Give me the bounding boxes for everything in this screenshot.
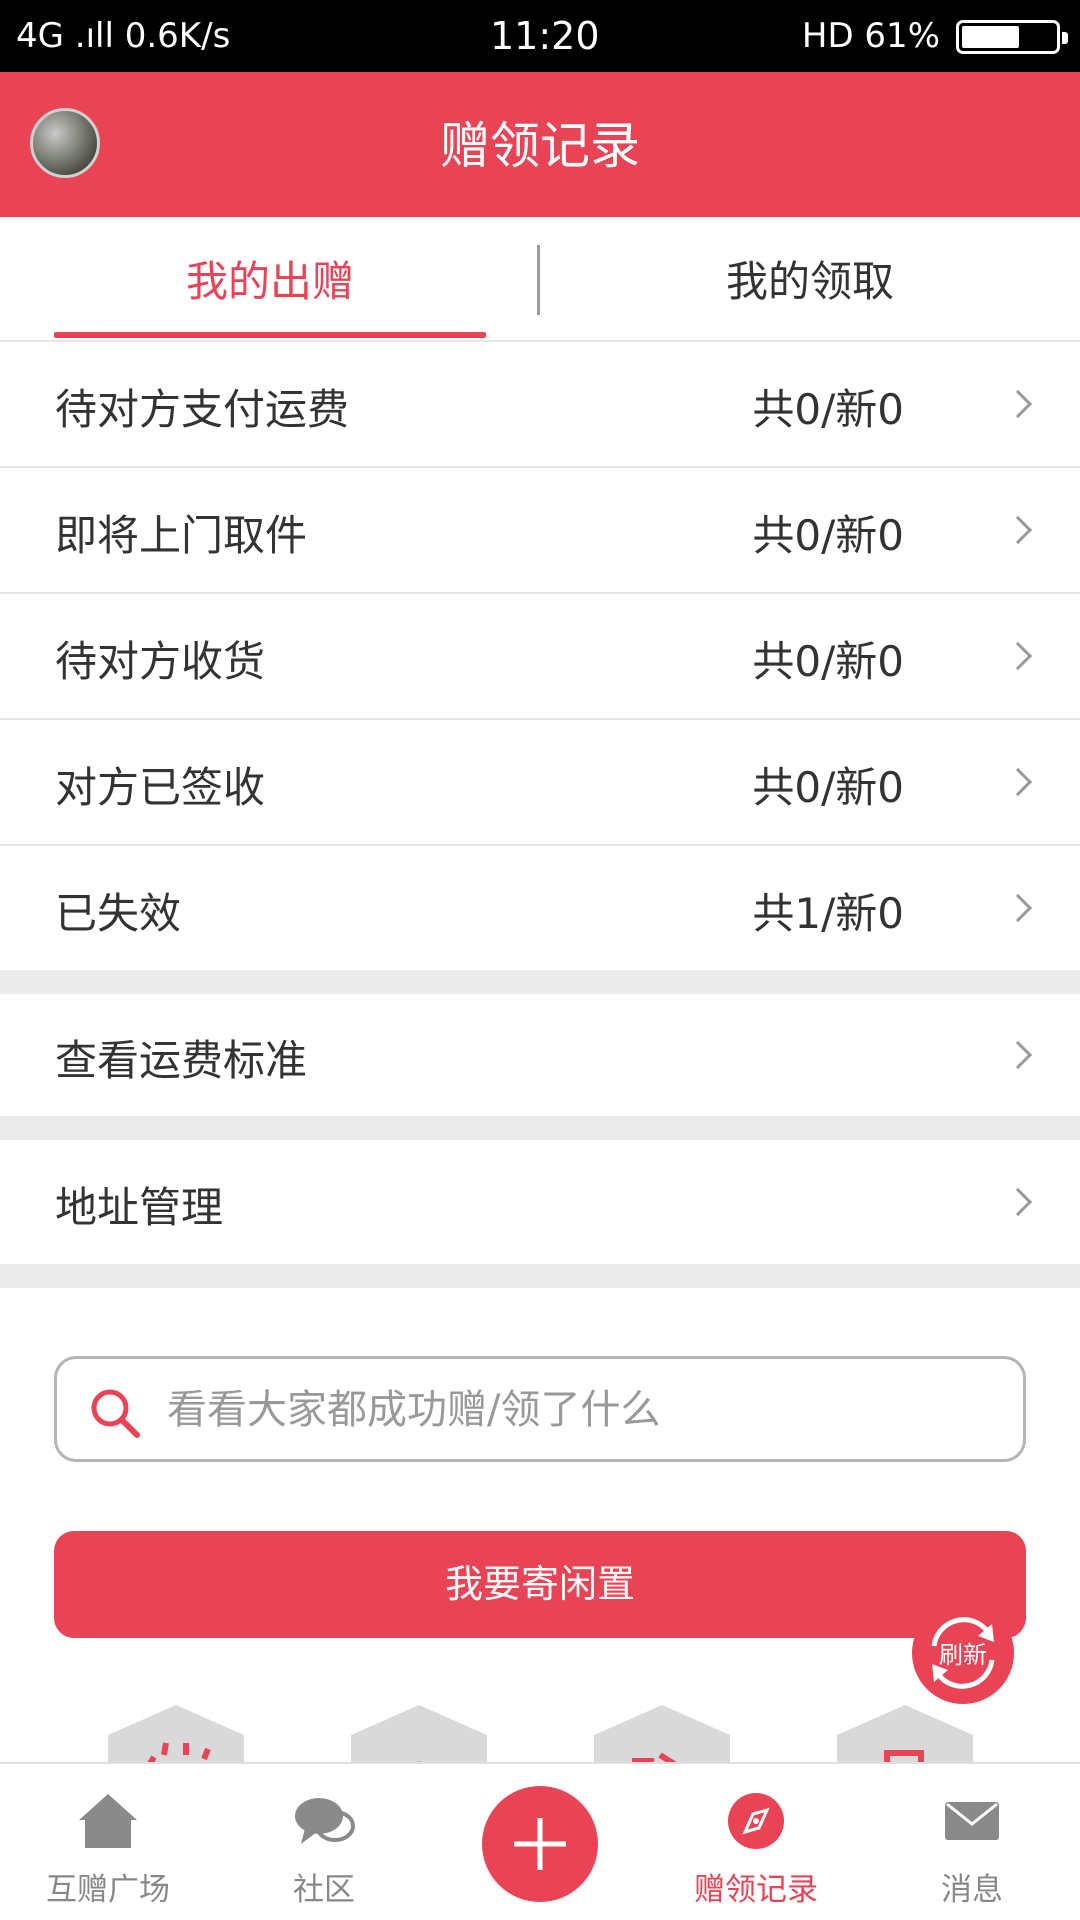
search-input[interactable]: 看看大家都成功赠/领了什么 (54, 1356, 1026, 1462)
chevron-right-icon (1003, 893, 1033, 923)
chevron-right-icon (1003, 767, 1033, 797)
search-placeholder: 看看大家都成功赠/领了什么 (167, 1387, 661, 1433)
chevron-right-icon (1003, 515, 1033, 545)
status-network: 4G .ıll 0.6K/s (16, 16, 231, 56)
list-item-count: 共0/新0 (752, 763, 904, 812)
bottom-navigation: 互赠广场 社区 赠领记录 消息 (0, 1762, 1080, 1920)
shipping-standard-link[interactable]: 查看运费标准 (0, 994, 1080, 1116)
status-right: HD 61% (801, 16, 940, 56)
home-icon (79, 1794, 137, 1848)
nav-item-community[interactable]: 社区 (216, 1764, 432, 1920)
list-item[interactable]: 待对方支付运费 共0/新0 (0, 342, 1080, 468)
section-divider (0, 970, 1080, 994)
plus-icon (514, 1818, 566, 1870)
refresh-label: 刷新 (939, 1641, 987, 1669)
add-post-button[interactable] (482, 1786, 598, 1902)
section-divider (0, 1264, 1080, 1288)
list-item-label: 地址管理 (55, 1183, 224, 1232)
compass-icon (728, 1793, 784, 1849)
chat-icon (295, 1798, 355, 1844)
tab-my-gifts[interactable]: 我的出赠 (0, 217, 540, 342)
battery-icon (956, 20, 1068, 54)
list-item-label: 对方已签收 (55, 763, 266, 812)
chevron-right-icon (1003, 641, 1033, 671)
list-item-count: 共0/新0 (752, 385, 904, 434)
post-item-button[interactable]: 我要寄闲置 (54, 1531, 1026, 1638)
list-item[interactable]: 即将上门取件 共0/新0 (0, 468, 1080, 594)
active-tab-indicator (54, 332, 486, 338)
chevron-right-icon (1003, 1040, 1033, 1070)
list-item[interactable]: 待对方收货 共0/新0 (0, 594, 1080, 720)
nav-item-records[interactable]: 赠领记录 (648, 1764, 864, 1920)
app-header: 赠领记录 (0, 72, 1080, 217)
tab-my-received[interactable]: 我的领取 (540, 217, 1080, 342)
page-title: 赠领记录 (440, 117, 640, 175)
list-item-label: 已失效 (55, 889, 182, 938)
nav-label: 消息 (941, 1872, 1003, 1908)
list-item-label: 待对方支付运费 (55, 385, 350, 434)
list-item-count: 共0/新0 (752, 637, 904, 686)
chevron-right-icon (1003, 389, 1033, 419)
status-time: 11:20 (490, 14, 600, 58)
nav-label: 社区 (293, 1872, 355, 1908)
nav-label: 赠领记录 (694, 1872, 818, 1908)
list-item-label: 查看运费标准 (55, 1036, 308, 1085)
nav-item-messages[interactable]: 消息 (864, 1764, 1080, 1920)
refresh-button[interactable]: 刷新 (912, 1602, 1014, 1704)
nav-label: 互赠广场 (46, 1872, 170, 1908)
chevron-right-icon (1003, 1187, 1033, 1217)
mail-icon (945, 1802, 999, 1840)
list-item-count: 共0/新0 (752, 511, 904, 560)
tab-bar: 我的出赠 我的领取 (0, 217, 1080, 342)
address-management-link[interactable]: 地址管理 (0, 1140, 1080, 1264)
list-item-label: 待对方收货 (55, 637, 266, 686)
list-item[interactable]: 对方已签收 共0/新0 (0, 720, 1080, 846)
list-item-count: 共1/新0 (752, 889, 904, 938)
list-item[interactable]: 已失效 共1/新0 (0, 846, 1080, 970)
section-divider (0, 1116, 1080, 1140)
search-icon (91, 1389, 140, 1438)
nav-item-square[interactable]: 互赠广场 (0, 1764, 216, 1920)
list-item-label: 即将上门取件 (55, 511, 308, 560)
status-bar: 4G .ıll 0.6K/s 11:20 HD 61% (0, 0, 1080, 72)
